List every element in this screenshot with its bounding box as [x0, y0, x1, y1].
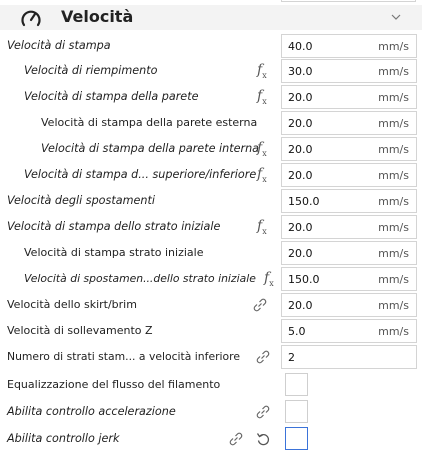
setting-row-inner-wall-speed: Velocità di stampa della parete interna …: [0, 137, 422, 162]
setting-row-infill-speed: Velocità di riempimento fx 30.0 mm/s: [0, 59, 422, 84]
previous-setting-field[interactable]: [281, 0, 416, 2]
setting-label: Velocità di spostamen...dello strato ini…: [24, 272, 256, 285]
setting-label: Abilita controllo jerk: [7, 432, 120, 445]
speed-input[interactable]: 150.0 mm/s: [281, 189, 417, 213]
input-value: 20.0: [288, 169, 313, 182]
speed-input[interactable]: 40.0 mm/s: [281, 34, 417, 58]
setting-row-slower-layers: Numero di strati stam... a velocità infe…: [0, 345, 422, 370]
setting-label: Velocità degli spostamenti: [7, 194, 155, 207]
input-value: 20.0: [288, 143, 313, 156]
input-value: 5.0: [288, 325, 306, 338]
speed-input[interactable]: 20.0 mm/s: [281, 163, 417, 187]
chevron-down-icon[interactable]: [391, 13, 401, 21]
input-unit: mm/s: [378, 273, 409, 286]
setting-row-acceleration-control: Abilita controllo accelerazione: [0, 400, 422, 425]
input-unit: mm/s: [378, 65, 409, 78]
setting-row-jerk-control: Abilita controllo jerk: [0, 427, 422, 452]
setting-label: Equalizzazione del flusso del filamento: [7, 378, 221, 391]
input-unit: mm/s: [378, 195, 409, 208]
setting-row-wall-speed: Velocità di stampa della parete fx 20.0 …: [0, 85, 422, 110]
section-header-speed[interactable]: Velocità: [0, 5, 422, 30]
setting-row-z-hop-speed: Velocità di sollevamento Z 5.0 mm/s: [0, 319, 422, 344]
setting-row-initial-layer-print-speed: Velocità di stampa strato iniziale 20.0 …: [0, 241, 422, 266]
setting-label: Velocità di stampa della parete: [24, 90, 199, 103]
input-value: 40.0: [288, 40, 313, 53]
link-icon[interactable]: [255, 349, 271, 365]
acceleration-control-checkbox[interactable]: [285, 400, 308, 423]
setting-label: Abilita controllo accelerazione: [7, 405, 176, 418]
input-value: 150.0: [288, 195, 320, 208]
setting-label: Velocità di stampa: [7, 39, 111, 52]
input-unit: mm/s: [378, 221, 409, 234]
function-icon[interactable]: fx: [257, 140, 267, 162]
input-unit: mm/s: [378, 169, 409, 182]
function-icon[interactable]: fx: [264, 270, 274, 292]
speed-input[interactable]: 150.0 mm/s: [281, 267, 417, 291]
layers-input[interactable]: 2: [281, 345, 417, 369]
link-icon[interactable]: [252, 297, 268, 313]
setting-row-outer-wall-speed: Velocità di stampa della parete esterna …: [0, 111, 422, 136]
function-icon[interactable]: fx: [257, 62, 267, 84]
speed-input[interactable]: 30.0 mm/s: [281, 59, 417, 83]
input-unit: mm/s: [378, 247, 409, 260]
input-unit: mm/s: [378, 117, 409, 130]
function-icon[interactable]: fx: [257, 218, 267, 240]
input-unit: mm/s: [378, 143, 409, 156]
link-icon[interactable]: [228, 431, 244, 447]
function-icon[interactable]: fx: [257, 88, 267, 110]
setting-row-initial-layer-speed: Velocità di stampa dello strato iniziale…: [0, 215, 422, 240]
flow-equalization-checkbox[interactable]: [285, 373, 308, 396]
input-value: 20.0: [288, 299, 313, 312]
setting-label: Velocità di riempimento: [24, 64, 158, 77]
speed-input[interactable]: 20.0 mm/s: [281, 85, 417, 109]
input-value: 2: [288, 351, 295, 364]
setting-row-travel-speed: Velocità degli spostamenti 150.0 mm/s: [0, 189, 422, 214]
setting-row-print-speed: Velocità di stampa 40.0 mm/s: [0, 34, 422, 59]
setting-row-flow-equalization: Equalizzazione del flusso del filamento: [0, 373, 422, 398]
input-unit: mm/s: [378, 40, 409, 53]
setting-label: Numero di strati stam... a velocità infe…: [7, 350, 240, 363]
input-value: 20.0: [288, 247, 313, 260]
jerk-control-checkbox[interactable]: [285, 427, 308, 450]
speed-input[interactable]: 20.0 mm/s: [281, 241, 417, 265]
reset-icon[interactable]: [255, 431, 271, 447]
function-icon[interactable]: fx: [257, 166, 267, 188]
setting-label: Velocità di stampa della parete esterna: [41, 116, 258, 129]
input-value: 30.0: [288, 65, 313, 78]
speed-input[interactable]: 20.0 mm/s: [281, 293, 417, 317]
input-value: 20.0: [288, 221, 313, 234]
setting-label: Velocità dello skirt/brim: [7, 298, 137, 311]
setting-label: Velocità di stampa dello strato iniziale: [7, 220, 221, 233]
setting-label: Velocità di stampa della parete interna: [41, 142, 260, 155]
setting-row-initial-layer-travel-speed: Velocità di spostamen...dello strato ini…: [0, 267, 422, 292]
section-title: Velocità: [61, 7, 134, 26]
speed-input[interactable]: 20.0 mm/s: [281, 215, 417, 239]
setting-label: Velocità di sollevamento Z: [7, 324, 153, 337]
speed-input[interactable]: 5.0 mm/s: [281, 319, 417, 343]
input-unit: mm/s: [378, 299, 409, 312]
input-value: 150.0: [288, 273, 320, 286]
speedometer-icon: [21, 10, 41, 27]
input-value: 20.0: [288, 91, 313, 104]
speed-input[interactable]: 20.0 mm/s: [281, 111, 417, 135]
input-value: 20.0: [288, 117, 313, 130]
setting-label: Velocità di stampa strato iniziale: [24, 246, 204, 259]
setting-row-skirt-brim-speed: Velocità dello skirt/brim 20.0 mm/s: [0, 293, 422, 318]
input-unit: mm/s: [378, 325, 409, 338]
setting-row-top-bottom-speed: Velocità di stampa d... superiore/inferi…: [0, 163, 422, 188]
setting-label: Velocità di stampa d... superiore/inferi…: [24, 168, 257, 181]
input-unit: mm/s: [378, 91, 409, 104]
link-icon[interactable]: [255, 404, 271, 420]
speed-input[interactable]: 20.0 mm/s: [281, 137, 417, 161]
